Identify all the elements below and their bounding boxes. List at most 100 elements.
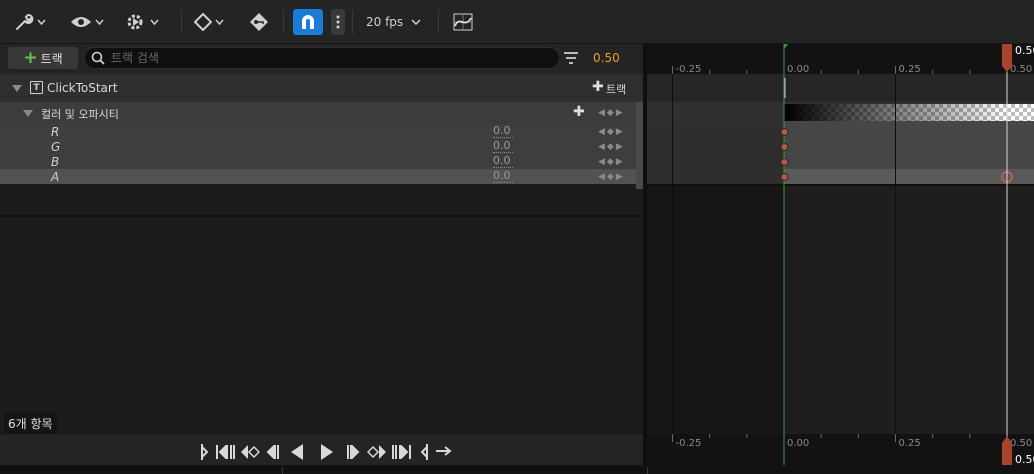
ruler-top-label: 0.25 xyxy=(899,64,921,75)
add-key-icon[interactable]: ◆ xyxy=(607,157,614,167)
play-reverse-icon[interactable] xyxy=(290,444,304,460)
add-track-button[interactable]: + 트랙 xyxy=(8,47,78,69)
add-key-icon[interactable]: ◆ xyxy=(607,108,614,118)
channel-name: B xyxy=(51,154,60,169)
playhead-time-label-bottom: 0.50 xyxy=(1015,453,1034,465)
bottom-status-strip xyxy=(0,465,1034,474)
transport-controls xyxy=(0,433,645,469)
jump-to-start-icon[interactable] xyxy=(215,445,235,459)
tools-menu-button[interactable] xyxy=(14,9,46,35)
ruler-bottom-label: -0.25 xyxy=(676,438,702,449)
loop-icon[interactable] xyxy=(435,446,453,456)
prev-key-icon[interactable] xyxy=(240,445,260,459)
wrench-icon xyxy=(16,14,34,30)
search-bar: + 트랙 0.50 xyxy=(0,44,645,74)
channel-row-a[interactable]: A 0.0 ◀ ◆ ▶ xyxy=(0,169,643,184)
track-row-object[interactable]: T ClickToStart ✚ 트랙 xyxy=(0,74,643,102)
filter-icon[interactable] xyxy=(562,50,580,66)
track-object-name: ClickToStart xyxy=(47,81,118,95)
prev-key-icon[interactable]: ◀ xyxy=(598,172,605,182)
track-search-box[interactable] xyxy=(84,47,560,69)
channel-row-r[interactable]: R 0.0 ◀ ◆ ▶ xyxy=(0,124,643,139)
playback-options-button[interactable] xyxy=(125,9,159,35)
channel-row-g[interactable]: G 0.0 ◀ ◆ ▶ xyxy=(0,139,643,154)
toolbar-separator xyxy=(283,10,284,34)
jump-to-end-icon[interactable] xyxy=(392,445,412,459)
keyframe[interactable] xyxy=(780,173,789,181)
key-navigation: ◀ ◆ ▶ xyxy=(598,108,623,118)
toolbar-separator xyxy=(438,10,439,34)
add-key-icon[interactable]: ◆ xyxy=(607,142,614,152)
add-key-icon[interactable]: ◆ xyxy=(607,172,614,182)
next-key-icon[interactable]: ▶ xyxy=(616,108,623,118)
step-forward-icon[interactable] xyxy=(346,445,360,459)
magnet-icon xyxy=(302,15,314,29)
plus-icon: + xyxy=(23,48,38,68)
ruler-top-label: -0.25 xyxy=(676,64,702,75)
keyframe[interactable] xyxy=(780,128,789,136)
snap-toggle-button[interactable] xyxy=(293,9,323,35)
next-key-icon[interactable]: ▶ xyxy=(616,157,623,167)
search-input[interactable] xyxy=(111,51,551,65)
view-options-button[interactable] xyxy=(70,9,104,35)
timeline-channel-a-selected xyxy=(784,169,1034,184)
prev-key-icon[interactable]: ◀ xyxy=(598,127,605,137)
sequencer-toolbar: 20 fps xyxy=(0,0,1034,44)
channel-row-b[interactable]: B 0.0 ◀ ◆ ▶ xyxy=(0,154,643,169)
add-key-icon[interactable]: ◆ xyxy=(607,127,614,137)
next-key-icon[interactable]: ▶ xyxy=(616,127,623,137)
timeline-ruler-top[interactable] xyxy=(647,44,1034,74)
channel-value[interactable]: 0.0 xyxy=(493,170,513,183)
more-icon xyxy=(336,15,340,29)
ruler-bottom-label: 0.25 xyxy=(899,438,921,449)
timeline-canvas[interactable]: -0.50-0.250.000.250.500.751.-0.50-0.250.… xyxy=(647,44,1034,465)
keyframe-icon xyxy=(194,13,212,31)
channel-value[interactable]: 0.0 xyxy=(493,125,513,138)
prev-key-icon[interactable]: ◀ xyxy=(598,157,605,167)
keyframe[interactable] xyxy=(780,158,789,166)
keyframe[interactable] xyxy=(780,143,789,151)
channel-value[interactable]: 0.0 xyxy=(493,155,513,168)
curve-editor-button[interactable] xyxy=(453,9,473,35)
property-track-name: 컬러 및 오파시티 xyxy=(41,108,119,121)
key-navigation: ◀ ◆ ▶ xyxy=(598,172,623,182)
chevron-down-icon xyxy=(411,19,421,25)
jump-to-end-marker-icon[interactable] xyxy=(420,443,430,461)
frame-rate-label: 20 fps xyxy=(366,15,404,29)
timeline-ruler-bottom[interactable] xyxy=(647,434,1034,465)
next-key-icon[interactable]: ▶ xyxy=(616,142,623,152)
channel-name: R xyxy=(51,124,60,139)
expand-arrow-icon[interactable] xyxy=(23,110,33,117)
channel-value[interactable]: 0.0 xyxy=(493,140,513,153)
next-key-icon[interactable] xyxy=(367,445,387,459)
current-time-readout[interactable]: 0.50 xyxy=(593,51,620,65)
playhead-time-label: 0.50 xyxy=(1015,44,1034,57)
key-options-button[interactable] xyxy=(194,9,224,35)
key-icon xyxy=(250,13,268,31)
eye-icon xyxy=(71,17,91,27)
outliner-pane: + 트랙 0.50 T ClickToStart ✚ 트랙 컬러 및 오파시티 … xyxy=(0,44,645,474)
add-subtrack-label[interactable]: 트랙 xyxy=(606,81,626,97)
auto-key-button[interactable] xyxy=(249,9,269,35)
chevron-down-icon xyxy=(150,19,159,25)
channel-name: G xyxy=(51,139,61,154)
frame-rate-dropdown[interactable]: 20 fps xyxy=(366,9,421,35)
prev-key-icon[interactable]: ◀ xyxy=(598,142,605,152)
next-key-icon[interactable]: ▶ xyxy=(616,172,623,182)
expand-arrow-icon[interactable] xyxy=(12,85,22,92)
track-scrollbar[interactable] xyxy=(636,102,643,189)
add-track-plus-icon[interactable]: ✚ xyxy=(592,79,604,95)
track-list-divider xyxy=(0,215,645,217)
ruler-top-label: 0.00 xyxy=(787,64,809,75)
prev-key-icon[interactable]: ◀ xyxy=(598,108,605,118)
ruler-top-label: 0.50 xyxy=(1010,64,1032,75)
jump-to-start-marker-icon[interactable] xyxy=(199,443,209,461)
snap-options-button[interactable] xyxy=(331,9,345,35)
add-key-plus-icon[interactable]: ✚ xyxy=(573,104,585,120)
step-back-icon[interactable] xyxy=(266,445,280,459)
track-row-property[interactable]: 컬러 및 오파시티 ✚ ◀ ◆ ▶ xyxy=(0,102,643,124)
chevron-down-icon xyxy=(215,19,224,25)
play-icon[interactable] xyxy=(320,444,334,460)
timeline-tracks-divider xyxy=(647,184,1034,186)
add-track-label: 트랙 xyxy=(40,51,63,66)
